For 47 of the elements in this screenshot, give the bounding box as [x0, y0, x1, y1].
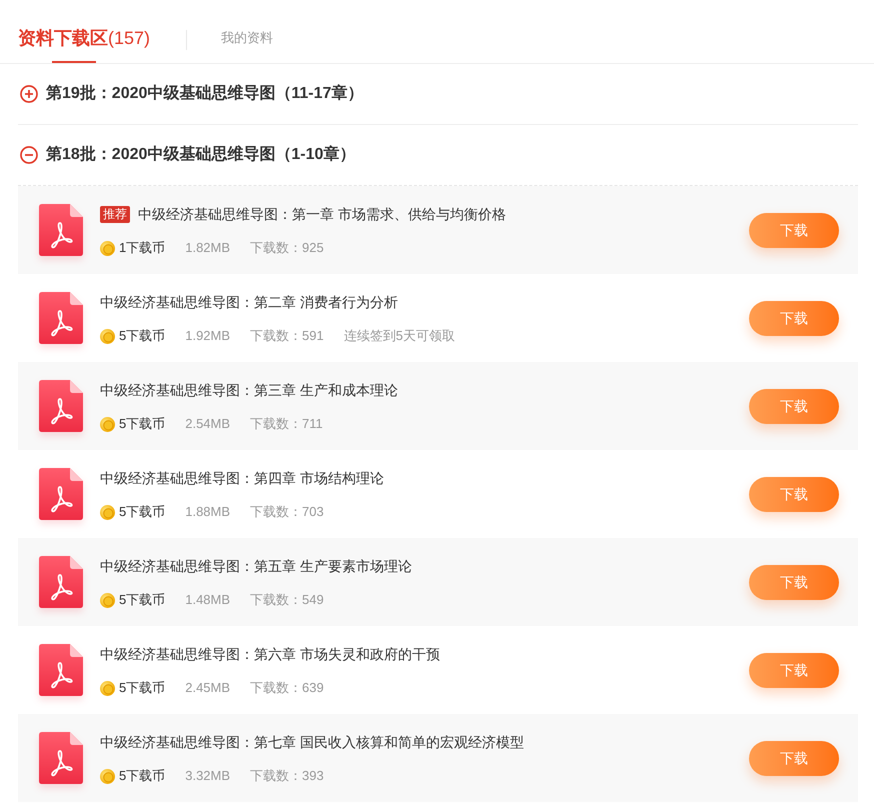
file-size: 1.88MB	[185, 503, 230, 522]
download-count: 下载数：549	[250, 591, 324, 610]
coin-price: 1下载币	[119, 239, 166, 258]
coin-icon	[100, 768, 115, 784]
download-count: 下载数：703	[250, 503, 324, 522]
coin-icon	[100, 504, 115, 520]
download-count: 下载数：393	[250, 767, 324, 786]
download-count: 下载数：711	[250, 415, 323, 434]
coin-price: 5下载币	[119, 415, 166, 434]
file-title[interactable]: 中级经济基础思维导图：第四章 市场结构理论	[100, 468, 384, 488]
download-count: 下载数：591	[250, 327, 324, 346]
tab[interactable]: 资料下载区(157)	[18, 0, 150, 63]
coin-price: 5下载币	[119, 503, 166, 522]
pdf-file-icon	[39, 644, 83, 696]
file-title[interactable]: 中级经济基础思维导图：第六章 市场失灵和政府的干预	[100, 644, 440, 664]
download-count: 下载数：639	[250, 679, 324, 698]
file-size: 3.32MB	[185, 767, 230, 786]
file-title[interactable]: 中级经济基础思维导图：第七章 国民收入核算和简单的宏观经济模型	[100, 732, 524, 752]
file-title[interactable]: 中级经济基础思维导图：第五章 生产要素市场理论	[100, 556, 412, 576]
file-size: 1.48MB	[185, 591, 230, 610]
download-count: 下载数：925	[250, 239, 324, 258]
pdf-file-icon	[39, 468, 83, 520]
batch-header[interactable]: 第19批：2020中级基础思维导图（11-17章）	[18, 64, 364, 124]
pdf-file-icon	[39, 204, 83, 256]
file-title[interactable]: 中级经济基础思维导图：第一章 市场需求、供给与均衡价格	[138, 204, 506, 224]
coin-icon	[100, 680, 115, 696]
coin-price: 5下载币	[119, 767, 166, 786]
recommended-badge: 推荐	[100, 206, 130, 222]
batch-header[interactable]: 第18批：2020中级基础思维导图（1-10章）	[18, 125, 356, 185]
file-size: 2.45MB	[185, 679, 230, 698]
file-size: 1.92MB	[185, 327, 230, 346]
pdf-file-icon	[39, 732, 83, 784]
pdf-file-icon	[39, 380, 83, 432]
coin-icon	[100, 592, 115, 608]
file-size: 1.82MB	[185, 239, 230, 258]
file-title[interactable]: 中级经济基础思维导图：第三章 生产和成本理论	[100, 380, 398, 400]
coin-icon	[100, 328, 115, 344]
coin-price: 5下载币	[119, 679, 166, 698]
file-title[interactable]: 中级经济基础思维导图：第二章 消费者行为分析	[100, 292, 398, 312]
pdf-file-icon	[39, 556, 83, 608]
coin-icon	[100, 240, 115, 256]
coin-icon	[100, 416, 115, 432]
coin-price: 5下载币	[119, 327, 166, 346]
checkin-note: 连续签到5天可领取	[344, 327, 455, 346]
file-size: 2.54MB	[185, 415, 230, 434]
pdf-file-icon	[39, 292, 83, 344]
coin-price: 5下载币	[119, 591, 166, 610]
